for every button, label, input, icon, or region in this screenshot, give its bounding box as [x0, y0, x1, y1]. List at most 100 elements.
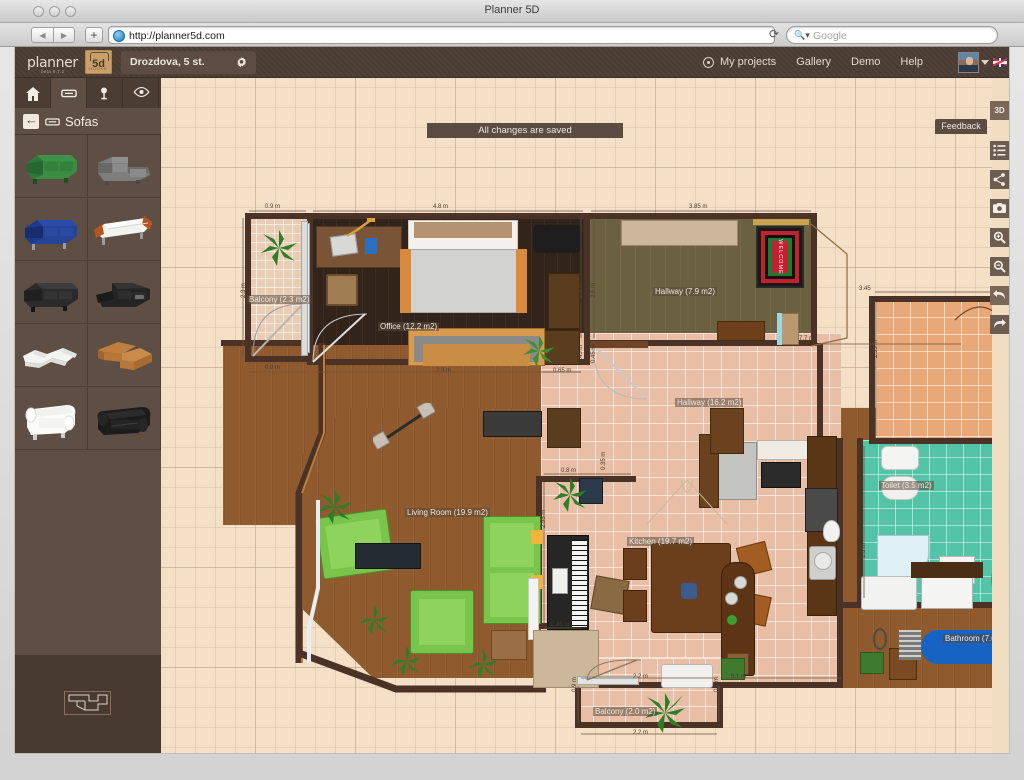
feedback-button[interactable]: Feedback [935, 119, 987, 134]
dimension-label: 3.45 [859, 286, 871, 292]
cooktop-burner [725, 592, 738, 605]
nav-my-projects[interactable]: My projects [720, 47, 776, 78]
plant-icon[interactable] [551, 476, 589, 519]
new-tab-button[interactable]: + [85, 27, 103, 43]
dimension-label: 2.2 m [633, 674, 649, 680]
wall [869, 296, 875, 444]
toilet[interactable] [881, 446, 919, 470]
bed-side-right[interactable] [516, 249, 527, 313]
chevron-down-icon[interactable] [981, 60, 989, 65]
piano[interactable] [547, 535, 589, 630]
door-panel[interactable] [590, 341, 648, 348]
share-icon [993, 173, 1005, 186]
sofa-icon [45, 118, 60, 126]
plant-icon[interactable] [389, 644, 423, 683]
catalog-item-sofa-green[interactable] [15, 135, 88, 198]
balcony-rail-top[interactable] [301, 221, 308, 356]
search-input[interactable]: 🔍▾ Google [786, 26, 998, 44]
minimap-icon[interactable] [64, 691, 111, 715]
tab-home[interactable] [15, 78, 51, 108]
window-kitchen [641, 478, 733, 530]
catalog-item-sofa-black-leather[interactable] [88, 387, 161, 450]
dimension-label: 7.7 m [799, 336, 815, 342]
reload-icon[interactable]: ⟳ [769, 27, 779, 41]
tv-hallway[interactable] [483, 411, 542, 437]
wardrobe[interactable] [621, 220, 738, 246]
view-3d-button[interactable]: 3D [990, 101, 1009, 120]
bed-mattress[interactable] [408, 249, 518, 313]
avatar[interactable] [958, 52, 979, 73]
office-chair[interactable] [326, 274, 358, 306]
pool-ladder[interactable] [899, 630, 921, 660]
undo-button[interactable] [990, 286, 1009, 305]
vanity[interactable] [921, 573, 973, 609]
nav-gallery[interactable]: Gallery [796, 47, 831, 78]
plant-icon[interactable] [521, 333, 557, 374]
storage-box[interactable] [860, 652, 884, 674]
lamp-floor[interactable] [531, 530, 543, 544]
tab-decor[interactable] [87, 78, 123, 108]
forward-icon[interactable]: ▶ [53, 27, 75, 43]
vanity-counter[interactable] [911, 562, 983, 578]
zoom-out-button[interactable] [990, 257, 1009, 276]
nav-help[interactable]: Help [900, 47, 923, 78]
wall-cabinet[interactable] [710, 408, 744, 454]
bathtub[interactable] [861, 576, 917, 610]
screenshot-button[interactable] [990, 199, 1009, 218]
home-icon [26, 87, 40, 101]
cabinet-hall[interactable] [547, 408, 581, 448]
planner5d-logo[interactable]: planner beta 6.7.2 5d HOUSE [27, 50, 112, 75]
layers-list-button[interactable] [990, 141, 1009, 160]
catalog-item-sofa-black[interactable] [15, 261, 88, 324]
share-button[interactable] [990, 170, 1009, 189]
catalog-item-sofa-tan-sectional[interactable] [88, 324, 161, 387]
plant-icon[interactable] [259, 228, 299, 273]
redo-button[interactable] [990, 315, 1009, 334]
dimension-label: 2.6 m [591, 282, 597, 298]
bed-side-left[interactable] [400, 249, 411, 313]
cabinet-tall[interactable] [548, 273, 580, 329]
ac-unit[interactable] [661, 664, 713, 688]
tv-living[interactable] [355, 543, 421, 569]
catalog-item-sofa-white-rolled[interactable] [15, 387, 88, 450]
catalog-item-sofa-white-l[interactable] [15, 324, 88, 387]
oven[interactable] [761, 462, 801, 488]
window-living [306, 498, 322, 668]
back-icon[interactable]: ◀ [31, 27, 53, 43]
zoom-in-button[interactable] [990, 228, 1009, 247]
poster-welcome[interactable]: WELCOME [756, 226, 804, 288]
gear-icon[interactable] [236, 57, 247, 68]
tv-stand[interactable] [533, 225, 581, 253]
bed-headboard[interactable] [414, 222, 512, 238]
floorplan-canvas[interactable]: WELCOME Balcony (2.3 m2) Office (12.2 m2… [161, 78, 992, 753]
catalog-panel-header: Sofas [15, 108, 161, 135]
catalog-item-sofa-black-sectional[interactable] [88, 261, 161, 324]
sofa-orange-seat[interactable] [423, 344, 530, 366]
sofa-icon [61, 89, 77, 98]
address-bar[interactable]: http://planner5d.com [108, 26, 775, 44]
desk-lamp[interactable] [341, 218, 377, 240]
dining-chair[interactable] [623, 548, 647, 580]
side-table[interactable] [491, 630, 527, 660]
camera-icon [993, 203, 1006, 213]
tab-view[interactable] [123, 78, 159, 108]
nav-demo[interactable]: Demo [851, 47, 880, 78]
dining-chair[interactable] [623, 590, 647, 622]
dimension-label: 4.8 m [433, 204, 449, 210]
catalog-item-sofa-white-orange[interactable] [88, 198, 161, 261]
dumbbell-bench[interactable] [370, 399, 437, 451]
project-selector[interactable]: Drozdova, 5 st. [121, 51, 256, 74]
bench[interactable] [717, 321, 765, 341]
tab-furniture[interactable] [51, 78, 87, 108]
book[interactable] [365, 238, 377, 254]
room-label: Balcony (2.0 m2) [593, 707, 658, 716]
zoom-in-icon [993, 231, 1006, 244]
browser-toolbar: ◀ ▶ + http://planner5d.com ⟳ 🔍▾ Google [0, 23, 1024, 47]
catalog-item-sofa-gray-sectional[interactable] [88, 135, 161, 198]
balcony-door-swing [585, 658, 647, 686]
plant-icon[interactable] [357, 603, 391, 642]
back-arrow-icon[interactable] [23, 112, 39, 129]
toilet-kitchen-wall[interactable] [823, 520, 840, 542]
uk-flag-icon[interactable] [993, 58, 1007, 67]
catalog-item-sofa-blue[interactable] [15, 198, 88, 261]
